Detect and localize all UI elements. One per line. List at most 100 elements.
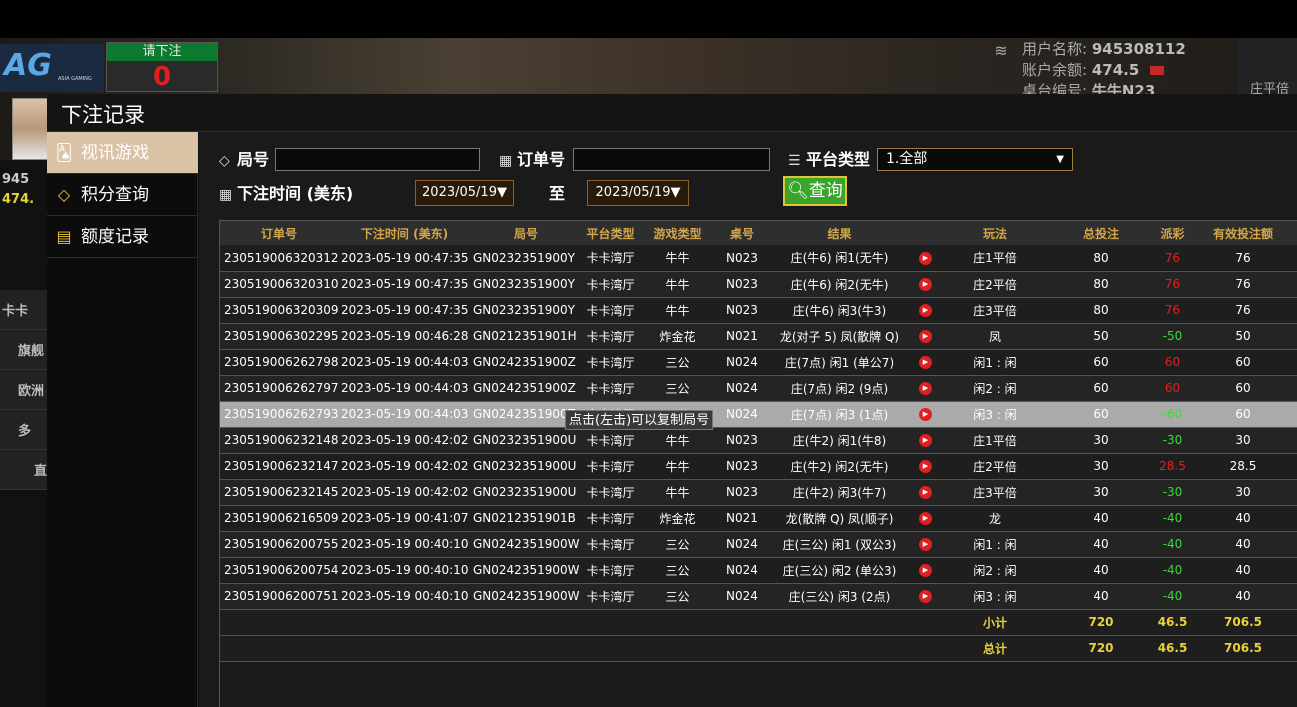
header-platform-type: 平台类型	[581, 221, 640, 245]
round-number-cell[interactable]: GN0212351901H	[471, 323, 581, 350]
play-replay-icon[interactable]: ▶	[919, 512, 932, 525]
round-number-cell-text: GN0242351900Z	[473, 407, 576, 421]
table-row[interactable]: 230519006302295 2023-05-19 00:46:28 GN0212…	[220, 323, 1297, 350]
result-cell-text: 庄(牛2) 闲1(牛8)	[792, 433, 887, 448]
round-number-cell-text: GN0242351900W	[473, 589, 580, 603]
round-number-cell[interactable]: GN0242351900Z	[471, 349, 581, 376]
result-cell: 庄(三公) 闲2 (单公3)	[769, 557, 910, 584]
table-row[interactable]: 230519006262793 2023-05-19 00:44:03 GN0242…	[220, 401, 1297, 428]
order-number-cell-text: 230519006200755	[224, 537, 338, 551]
replay-cell[interactable]: ▶	[910, 505, 941, 532]
table-row[interactable]: 230519006320310 2023-05-19 00:47:35 GN0232…	[220, 271, 1297, 298]
order-number-cell: 230519006262793	[220, 401, 338, 428]
play-replay-icon[interactable]: ▶	[919, 590, 932, 603]
side-strip-text-4: 旗舰	[18, 344, 45, 359]
side-strip-text-2: 474.	[2, 192, 35, 207]
table-row[interactable]: 230519006262797 2023-05-19 00:44:03 GN0242…	[220, 375, 1297, 402]
nav-item-credit-record[interactable]: ▤ 额度记录	[47, 216, 198, 258]
round-number-input[interactable]	[275, 148, 480, 171]
nav-item-live-games[interactable]: 🂡 视讯游戏	[47, 132, 198, 174]
table-row[interactable]: 230519006320309 2023-05-19 00:47:35 GN0232…	[220, 297, 1297, 324]
table-row[interactable]: 230519006200755 2023-05-19 00:40:10 GN0242…	[220, 531, 1297, 558]
game-type-cell: 牛牛	[640, 245, 715, 272]
replay-cell[interactable]: ▶	[910, 531, 941, 558]
sum-payout: 46.5	[1153, 635, 1192, 662]
payout-cell: 76	[1153, 271, 1192, 298]
user-name-line: 用户名称: 945308112	[1022, 38, 1186, 59]
table-number-cell: N024	[715, 557, 769, 584]
play-replay-icon[interactable]: ▶	[919, 564, 932, 577]
play-replay-icon[interactable]: ▶	[919, 538, 932, 551]
play-replay-icon[interactable]: ▶	[919, 434, 932, 447]
round-number-cell[interactable]: GN0232351900Y	[471, 297, 581, 324]
total-bet-cell-text: 40	[1093, 563, 1109, 577]
query-button[interactable]: 🔍︎查询	[783, 176, 847, 206]
table-row[interactable]: 230519006216509 2023-05-19 00:41:07 GN0212…	[220, 505, 1297, 532]
round-number-cell[interactable]: GN0232351900U	[471, 479, 581, 506]
result-cell-text: 庄(牛2) 闲2(无牛)	[790, 459, 889, 474]
game-type-cell-text: 牛牛	[665, 251, 690, 266]
play-replay-icon[interactable]: ▶	[919, 356, 932, 369]
bet-panel-title: 请下注	[107, 43, 217, 61]
table-row[interactable]: 230519006232147 2023-05-19 00:42:02 GN0232…	[220, 453, 1297, 480]
user-balance-line: 账户余额: 474.5	[1022, 59, 1165, 80]
table-row[interactable]: 230519006232145 2023-05-19 00:42:02 GN0232…	[220, 479, 1297, 506]
round-number-cell[interactable]: GN0242351900W	[471, 531, 581, 558]
total-bet-cell: 80	[1049, 297, 1153, 324]
replay-cell[interactable]: ▶	[910, 375, 941, 402]
order-number-cell: 230519006232148	[220, 427, 338, 454]
round-number-cell[interactable]: GN0242351900Z	[471, 375, 581, 402]
result-cell-text: 庄(牛6) 闲2(无牛)	[790, 277, 889, 292]
play-replay-icon[interactable]: ▶	[919, 486, 932, 499]
play-replay-icon[interactable]: ▶	[919, 460, 932, 473]
side-strip-text-1: 945	[2, 172, 30, 187]
platform-type-cell-text: 卡卡湾厅	[586, 537, 635, 552]
round-number-cell[interactable]: GN0212351901B	[471, 505, 581, 532]
date-to-picker[interactable]: 2023/05/19▼	[587, 180, 689, 206]
round-number-cell[interactable]: GN0232351900U	[471, 427, 581, 454]
game-type-cell-text: 牛牛	[665, 277, 690, 292]
round-number-cell[interactable]: GN0242351900W	[471, 583, 581, 610]
copy-round-tooltip: 点击(左击)可以复制局号	[565, 410, 714, 430]
game-type-cell-text: 炸金花	[659, 329, 696, 344]
play-replay-icon[interactable]: ▶	[919, 251, 932, 265]
round-number-cell[interactable]: GN0232351900Y	[471, 271, 581, 298]
table-row[interactable]: 230519006232148 2023-05-19 00:42:02 GN0232…	[220, 427, 1297, 454]
payout-cell-text: -40	[1162, 589, 1183, 603]
table-row[interactable]: 230519006262798 2023-05-19 00:44:03 GN0242…	[220, 349, 1297, 376]
table-row[interactable]: 230519006200754 2023-05-19 00:40:10 GN0242…	[220, 557, 1297, 584]
order-number-input[interactable]	[573, 148, 770, 171]
total-bet-cell: 60	[1049, 375, 1153, 402]
replay-cell[interactable]: ▶	[910, 479, 941, 506]
table-row[interactable]: 230519006320312 2023-05-19 00:47:35 GN0232…	[220, 245, 1297, 272]
replay-cell[interactable]: ▶	[910, 557, 941, 584]
replay-cell[interactable]: ▶	[910, 271, 941, 298]
game-type-cell: 三公	[640, 375, 715, 402]
play-replay-icon[interactable]: ▶	[919, 408, 932, 421]
play-replay-icon[interactable]: ▶	[919, 330, 932, 343]
round-number-cell[interactable]: GN0242351900W	[471, 557, 581, 584]
round-number-cell[interactable]: GN0232351900Y	[471, 245, 581, 272]
round-number-cell[interactable]: GN0232351900U	[471, 453, 581, 480]
play-type-cell-text: 闲1 : 闲	[973, 537, 1017, 552]
game-type-cell-text: 炸金花	[659, 511, 696, 526]
play-replay-icon[interactable]: ▶	[919, 382, 932, 395]
play-replay-icon[interactable]: ▶	[919, 278, 932, 291]
nav-item-points-query[interactable]: ◇ 积分查询	[47, 174, 198, 216]
play-type-cell: 庄2平倍	[941, 453, 1049, 480]
replay-cell[interactable]: ▶	[910, 427, 941, 454]
order-number-cell: 230519006216509	[220, 505, 338, 532]
replay-cell[interactable]: ▶	[910, 453, 941, 480]
sum-empty-cell	[640, 635, 715, 662]
replay-cell[interactable]: ▶	[910, 401, 941, 428]
replay-cell[interactable]: ▶	[910, 245, 941, 272]
platform-type-select[interactable]: 1.全部 ▼	[877, 148, 1073, 171]
play-replay-icon[interactable]: ▶	[919, 304, 932, 317]
replay-cell[interactable]: ▶	[910, 583, 941, 610]
replay-cell[interactable]: ▶	[910, 323, 941, 350]
replay-cell[interactable]: ▶	[910, 297, 941, 324]
date-from-picker[interactable]: 2023/05/19▼	[415, 180, 514, 206]
replay-cell[interactable]: ▶	[910, 349, 941, 376]
valid-bet-cell-text: 50	[1235, 329, 1251, 343]
table-row[interactable]: 230519006200751 2023-05-19 00:40:10 GN0242…	[220, 583, 1297, 610]
